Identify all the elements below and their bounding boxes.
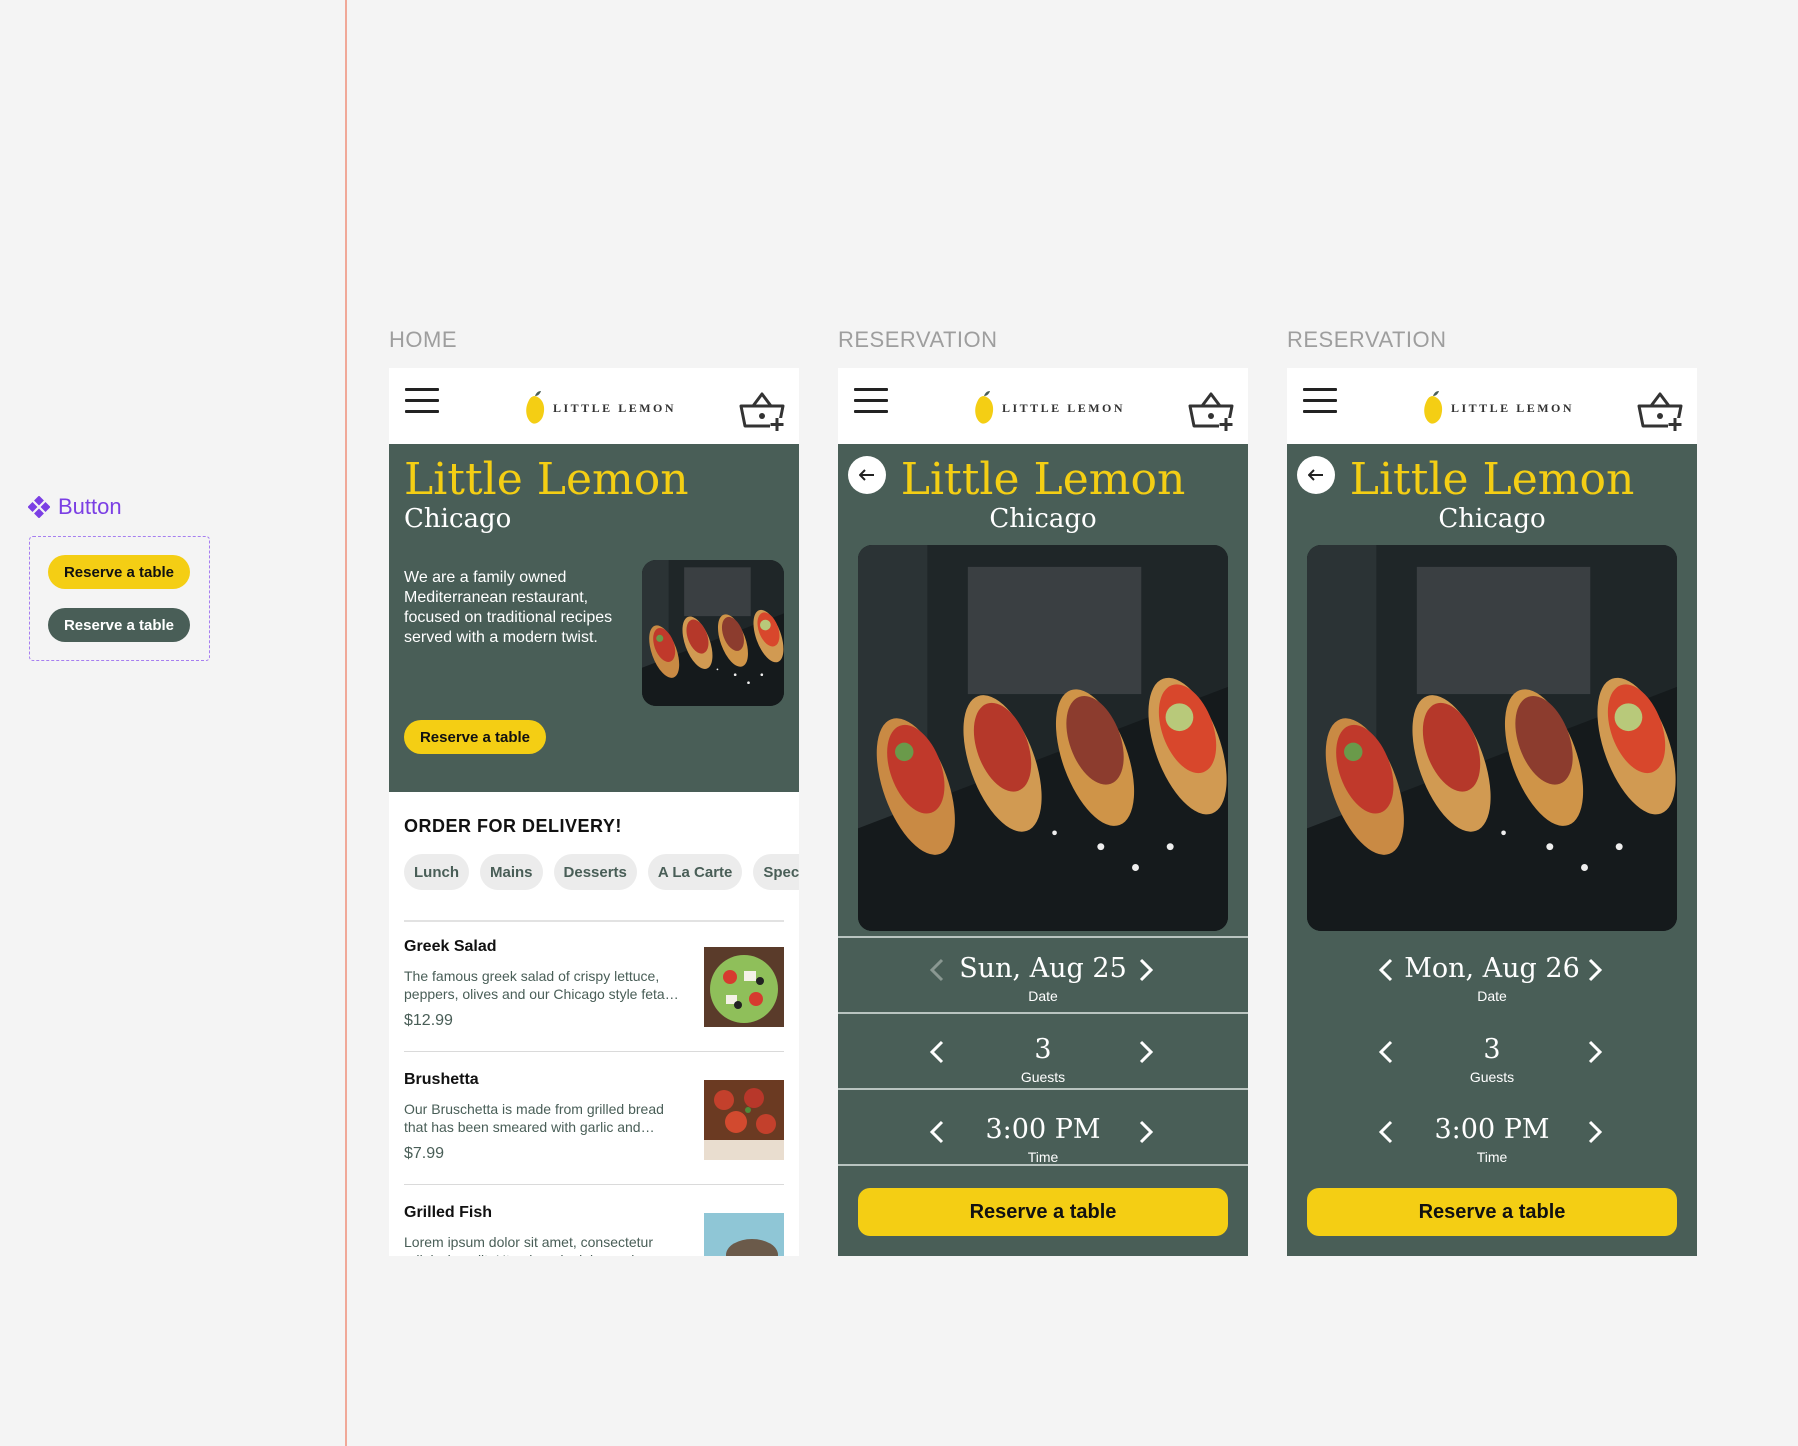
dish-description: Our Bruschetta is made from grilled brea… <box>404 1101 664 1135</box>
chevron-right-icon[interactable] <box>1582 1118 1606 1146</box>
picker-divider <box>838 936 1248 938</box>
component-button-secondary[interactable]: Reserve a table <box>48 608 190 642</box>
dish-name: Brushetta <box>404 1071 479 1088</box>
time-value: 3:00 PM <box>985 1114 1101 1145</box>
component-icon <box>28 496 50 518</box>
time-picker: 3:00 PM Time <box>1287 1092 1697 1168</box>
component-title[interactable]: Button <box>28 494 122 520</box>
guests-picker: 3 Guests <box>838 1016 1248 1092</box>
reservation-screen-1: LITTLE LEMON Little Lemon Chicago Sun, A… <box>838 368 1248 1256</box>
time-picker: 3:00 PM Time <box>838 1092 1248 1168</box>
hamburger-icon[interactable] <box>1303 388 1337 414</box>
category-chips: Lunch Mains Desserts A La Carte Specials <box>404 854 799 890</box>
reservation-image <box>858 545 1228 931</box>
app-header: LITTLE LEMON <box>1287 368 1697 444</box>
frame-label-home: HOME <box>389 327 457 352</box>
reserve-table-button[interactable]: Reserve a table <box>858 1188 1228 1236</box>
canvas-divider-line <box>345 0 347 1446</box>
guests-label: Guests <box>1469 1069 1515 1085</box>
picker-divider <box>838 1088 1248 1090</box>
dish-item[interactable]: Grilled Fish Lorem ipsum dolor sit amet,… <box>404 1204 784 1256</box>
guests-picker: 3 Guests <box>1287 1016 1697 1092</box>
date-picker: Mon, Aug 26 Date <box>1287 940 1697 1016</box>
date-value: Mon, Aug 26 <box>1404 953 1580 984</box>
time-label: Time <box>1476 1149 1508 1165</box>
lemon-icon <box>523 390 547 426</box>
date-value: Sun, Aug 25 <box>959 953 1127 984</box>
dish-image-grilled-fish <box>704 1213 784 1256</box>
logo[interactable]: LITTLE LEMON <box>1421 390 1574 426</box>
guests-label: Guests <box>1020 1069 1066 1085</box>
dish-item[interactable]: Greek Salad The famous greek salad of cr… <box>404 938 784 1050</box>
app-header: LITTLE LEMON <box>389 368 799 444</box>
dish-item[interactable]: Brushetta Our Bruschetta is made from gr… <box>404 1071 784 1183</box>
component-button-primary[interactable]: Reserve a table <box>48 555 190 589</box>
hamburger-icon[interactable] <box>405 388 439 414</box>
logo-text: LITTLE LEMON <box>553 400 677 415</box>
frame-label-reservation-1: RESERVATION <box>838 327 998 352</box>
chevron-right-icon[interactable] <box>1133 1038 1157 1066</box>
reservation-image <box>1307 545 1677 931</box>
home-screen: LITTLE LEMON Little Lemon Chicago We are… <box>389 368 799 1256</box>
time-label: Time <box>1027 1149 1059 1165</box>
guests-value: 3 <box>1034 1034 1052 1065</box>
basket-add-icon[interactable] <box>739 390 785 432</box>
delivery-section-title: ORDER FOR DELIVERY! <box>404 816 622 836</box>
dish-name: Grilled Fish <box>404 1204 493 1221</box>
chevron-right-icon[interactable] <box>1133 1118 1157 1146</box>
category-chip-mains[interactable]: Mains <box>480 854 543 890</box>
reservation-screen-2: LITTLE LEMON Little Lemon Chicago Mon, A… <box>1287 368 1697 1256</box>
chevron-right-icon[interactable] <box>1582 956 1606 984</box>
reservation-panel: Little Lemon Chicago Sun, Aug 25 Date 3 … <box>838 444 1248 1256</box>
category-chip-a-la-carte[interactable]: A La Carte <box>647 854 743 890</box>
hero-subtitle: Chicago <box>404 504 512 534</box>
dish-description: The famous greek salad of crispy lettuce… <box>404 968 665 1002</box>
picker-divider <box>838 1164 1248 1166</box>
category-chip-desserts[interactable]: Desserts <box>553 854 637 890</box>
category-chip-lunch[interactable]: Lunch <box>404 854 469 890</box>
chevron-right-icon[interactable] <box>1582 1038 1606 1066</box>
logo-text: LITTLE LEMON <box>1002 400 1126 415</box>
app-header: LITTLE LEMON <box>838 368 1248 444</box>
hamburger-icon[interactable] <box>854 388 888 414</box>
dish-price: $7.99 <box>404 1145 445 1162</box>
component-title-label: Button <box>58 494 122 519</box>
dish-divider <box>404 1051 784 1052</box>
lemon-icon <box>1421 390 1445 426</box>
guests-value: 3 <box>1483 1034 1501 1065</box>
hero-description: We are a family owned Mediterranean rest… <box>404 569 613 646</box>
dish-name: Greek Salad <box>404 938 497 955</box>
dish-price: $12.99 <box>404 1012 453 1029</box>
reserve-table-button[interactable]: Reserve a table <box>404 720 546 754</box>
dish-image-bruschetta <box>704 1080 784 1160</box>
date-picker: Sun, Aug 25 Date <box>838 940 1248 1016</box>
section-divider <box>404 920 784 922</box>
dish-description: Lorem ipsum dolor sit amet, consectetur … <box>404 1234 654 1256</box>
date-label: Date <box>1028 988 1058 1004</box>
basket-add-icon[interactable] <box>1637 390 1683 432</box>
time-value: 3:00 PM <box>1434 1114 1550 1145</box>
logo-text: LITTLE LEMON <box>1451 400 1575 415</box>
reserve-table-button[interactable]: Reserve a table <box>1307 1188 1677 1236</box>
hero-image <box>642 560 784 706</box>
basket-add-icon[interactable] <box>1188 390 1234 432</box>
frame-label-reservation-2: RESERVATION <box>1287 327 1447 352</box>
date-label: Date <box>1477 988 1507 1004</box>
picker-divider <box>838 1012 1248 1014</box>
reservation-title: Little Lemon <box>900 454 1186 505</box>
dish-image-greek-salad <box>704 947 784 1027</box>
reservation-panel: Little Lemon Chicago Mon, Aug 26 Date 3 … <box>1287 444 1697 1256</box>
reservation-title: Little Lemon <box>1349 454 1635 505</box>
category-chip-specials[interactable]: Specials <box>753 854 799 890</box>
chevron-right-icon[interactable] <box>1133 956 1157 984</box>
reservation-subtitle: Chicago <box>989 504 1097 534</box>
logo[interactable]: LITTLE LEMON <box>972 390 1125 426</box>
lemon-icon <box>972 390 996 426</box>
reservation-subtitle: Chicago <box>1438 504 1546 534</box>
hero-section: Little Lemon Chicago We are a family own… <box>389 444 799 792</box>
dish-divider <box>404 1184 784 1185</box>
hero-title: Little Lemon <box>404 454 689 505</box>
logo[interactable]: LITTLE LEMON <box>523 390 676 426</box>
